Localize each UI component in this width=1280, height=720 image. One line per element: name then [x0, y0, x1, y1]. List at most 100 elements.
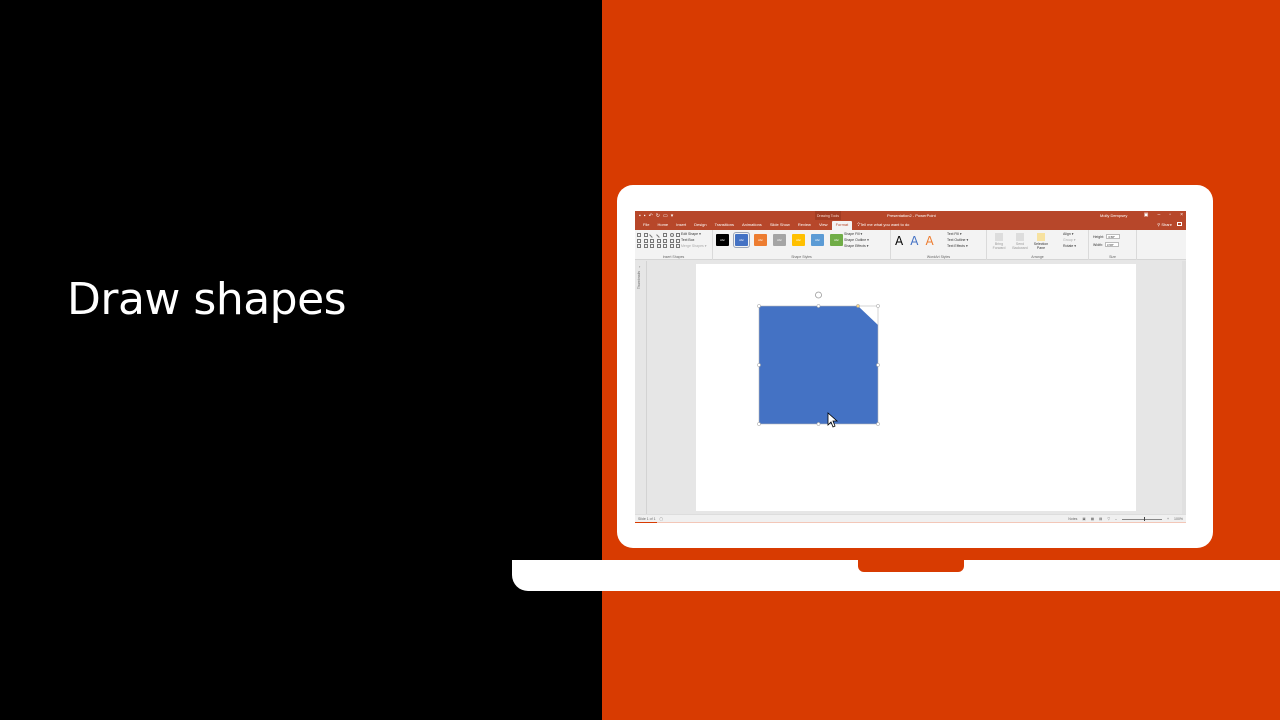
shape-style-chip[interactable]: Abc: [792, 234, 805, 246]
tab-view[interactable]: View: [815, 221, 832, 230]
shape-rect3-icon[interactable]: [637, 238, 641, 243]
tell-me-box[interactable]: 💡︎ Tell me what you want to do: [857, 221, 909, 230]
width-input[interactable]: 3.58": [1104, 242, 1119, 247]
text-outline-button[interactable]: Text Outline ▾: [947, 238, 968, 242]
slide-sorter-icon[interactable]: ▦: [1091, 517, 1094, 521]
shape-callout-icon[interactable]: [676, 244, 680, 248]
shape-line-icon[interactable]: [649, 232, 655, 238]
edit-shape-button[interactable]: Edit Shape ▾: [681, 232, 707, 236]
user-name[interactable]: Molly Dempsey: [1100, 213, 1127, 218]
vertical-scrollbar[interactable]: [1182, 261, 1186, 514]
group-wordart-styles: A A A Text Fill ▾ Text Outline ▾ Text Ef…: [891, 230, 987, 260]
save-as-icon[interactable]: ▪: [644, 213, 646, 219]
align-button[interactable]: Align ▾: [1063, 232, 1076, 236]
shapes-gallery[interactable]: [637, 232, 681, 248]
workspace: › Thumbnails: [635, 261, 1186, 514]
shape-star-icon[interactable]: [676, 238, 680, 243]
shape-elbow2-icon[interactable]: [656, 238, 661, 243]
close-icon[interactable]: ×: [1180, 212, 1183, 218]
zoom-level[interactable]: 100%: [1174, 517, 1183, 521]
shape-bracket-icon[interactable]: [663, 244, 667, 248]
slideshow-icon[interactable]: ▽: [1107, 517, 1110, 521]
tell-me-text: Tell me what you want to do: [860, 222, 910, 227]
height-input[interactable]: 3.58": [1106, 234, 1121, 239]
shape-scribble-icon[interactable]: [656, 244, 661, 248]
shape-outline-button[interactable]: Shape Outline ▾: [844, 238, 869, 242]
spell-check-icon[interactable]: ▢: [660, 517, 663, 521]
shape-rect2-icon[interactable]: [663, 233, 667, 237]
text-box-button[interactable]: Text Box: [681, 238, 707, 242]
shape-style-chip[interactable]: Abc: [830, 234, 843, 246]
send-backward-button[interactable]: Send Backward: [1012, 233, 1028, 250]
shape-freeform-icon[interactable]: [650, 244, 654, 248]
thumbnail-pane[interactable]: › Thumbnails: [635, 261, 647, 514]
shape-elbow-icon[interactable]: [650, 238, 654, 243]
ribbon-tabs: File Home Insert Design Transitions Anim…: [635, 220, 1186, 230]
tab-animations[interactable]: Animations: [738, 221, 766, 230]
zoom-in-icon[interactable]: +: [1167, 517, 1169, 521]
wordart-sample[interactable]: A: [925, 234, 933, 248]
shape-more-icon[interactable]: [676, 233, 680, 237]
shape-oval-icon[interactable]: [669, 233, 674, 237]
text-effects-button[interactable]: Text Effects ▾: [947, 244, 968, 248]
customize-icon[interactable]: ▾: [671, 213, 674, 219]
ribbon-display-icon[interactable]: ▣: [1144, 212, 1149, 218]
status-bar: Slide 1 of 1 ▢ Notes ▣ ▦ ▤ ▽ – + 100%: [635, 514, 1186, 523]
height-row: Height: 3.58": [1093, 234, 1121, 239]
shape-brace-icon[interactable]: [637, 244, 641, 248]
tab-insert[interactable]: Insert: [672, 221, 690, 230]
tab-home[interactable]: Home: [653, 221, 672, 230]
title-bar: ▪ ▪ ↶ ↻ ▭ ▾ Drawing Tools Presentation2 …: [635, 211, 1186, 220]
wordart-sample[interactable]: A: [910, 234, 918, 248]
comments-icon[interactable]: [1177, 222, 1182, 226]
shape-style-chip[interactable]: Abc: [754, 234, 767, 246]
bring-forward-button[interactable]: Bring Forward: [991, 233, 1007, 250]
reading-view-icon[interactable]: ▤: [1099, 517, 1102, 521]
width-label: Width:: [1093, 242, 1103, 247]
shape-bracket2-icon[interactable]: [669, 244, 674, 248]
selection-pane-button[interactable]: Selection Pane: [1033, 233, 1049, 250]
zoom-slider[interactable]: [1122, 516, 1162, 521]
text-fill-button[interactable]: Text Fill ▾: [947, 232, 968, 236]
start-presentation-icon[interactable]: ▭: [663, 213, 668, 219]
shape-triangle-icon[interactable]: [643, 238, 648, 243]
shape-style-chip[interactable]: Abc: [773, 234, 786, 246]
restore-icon[interactable]: ▫: [1169, 212, 1171, 218]
share-button[interactable]: ⚲ Share: [1157, 222, 1172, 227]
save-icon[interactable]: ▪: [639, 213, 641, 219]
shape-line2-icon[interactable]: [655, 232, 662, 238]
tab-file[interactable]: File: [639, 221, 653, 230]
shape-style-chip[interactable]: Abc: [716, 234, 729, 246]
group-button[interactable]: Group ▾: [1063, 238, 1076, 242]
notes-button[interactable]: Notes: [1068, 517, 1077, 521]
rotate-button[interactable]: Rotate ▾: [1063, 244, 1076, 248]
redo-icon[interactable]: ↻: [656, 213, 660, 219]
tab-slide-show[interactable]: Slide Show: [766, 221, 794, 230]
progress-fill: [635, 522, 658, 523]
tab-transitions[interactable]: Transitions: [711, 221, 738, 230]
shape-style-chip[interactable]: Abc: [811, 234, 824, 246]
group-shape-styles: Abc Abc Abc Abc Abc Abc Abc Shape Fill ▾…: [713, 230, 891, 260]
tab-format[interactable]: Format: [831, 221, 853, 230]
shape-arrow2-icon[interactable]: [669, 238, 674, 243]
shape-arrow-icon[interactable]: [663, 238, 667, 243]
shape-rect-icon[interactable]: [637, 233, 641, 237]
undo-icon[interactable]: ↶: [649, 213, 653, 219]
tab-design[interactable]: Design: [690, 221, 710, 230]
minimize-icon[interactable]: –: [1158, 212, 1161, 218]
expand-thumbnails-icon[interactable]: ›: [639, 264, 640, 269]
zoom-slider-thumb[interactable]: [1144, 516, 1145, 521]
shape-style-chip[interactable]: Abc: [733, 232, 750, 248]
shape-fill-button[interactable]: Shape Fill ▾: [844, 232, 869, 236]
width-row: Width: 3.58": [1093, 242, 1120, 247]
normal-view-icon[interactable]: ▣: [1082, 517, 1085, 521]
shape-effects-button[interactable]: Shape Effects ▾: [844, 244, 869, 248]
zoom-out-icon[interactable]: –: [1115, 517, 1117, 521]
shape-curve-icon[interactable]: [643, 244, 648, 248]
tab-review[interactable]: Review: [794, 221, 815, 230]
wordart-sample[interactable]: A: [895, 234, 903, 248]
shape-format-commands: Shape Fill ▾ Shape Outline ▾ Shape Effec…: [844, 232, 869, 248]
slide-canvas[interactable]: [696, 264, 1136, 511]
shape-textbox-icon[interactable]: [643, 233, 648, 237]
merge-shapes-button[interactable]: Merge Shapes ▾: [681, 244, 707, 248]
